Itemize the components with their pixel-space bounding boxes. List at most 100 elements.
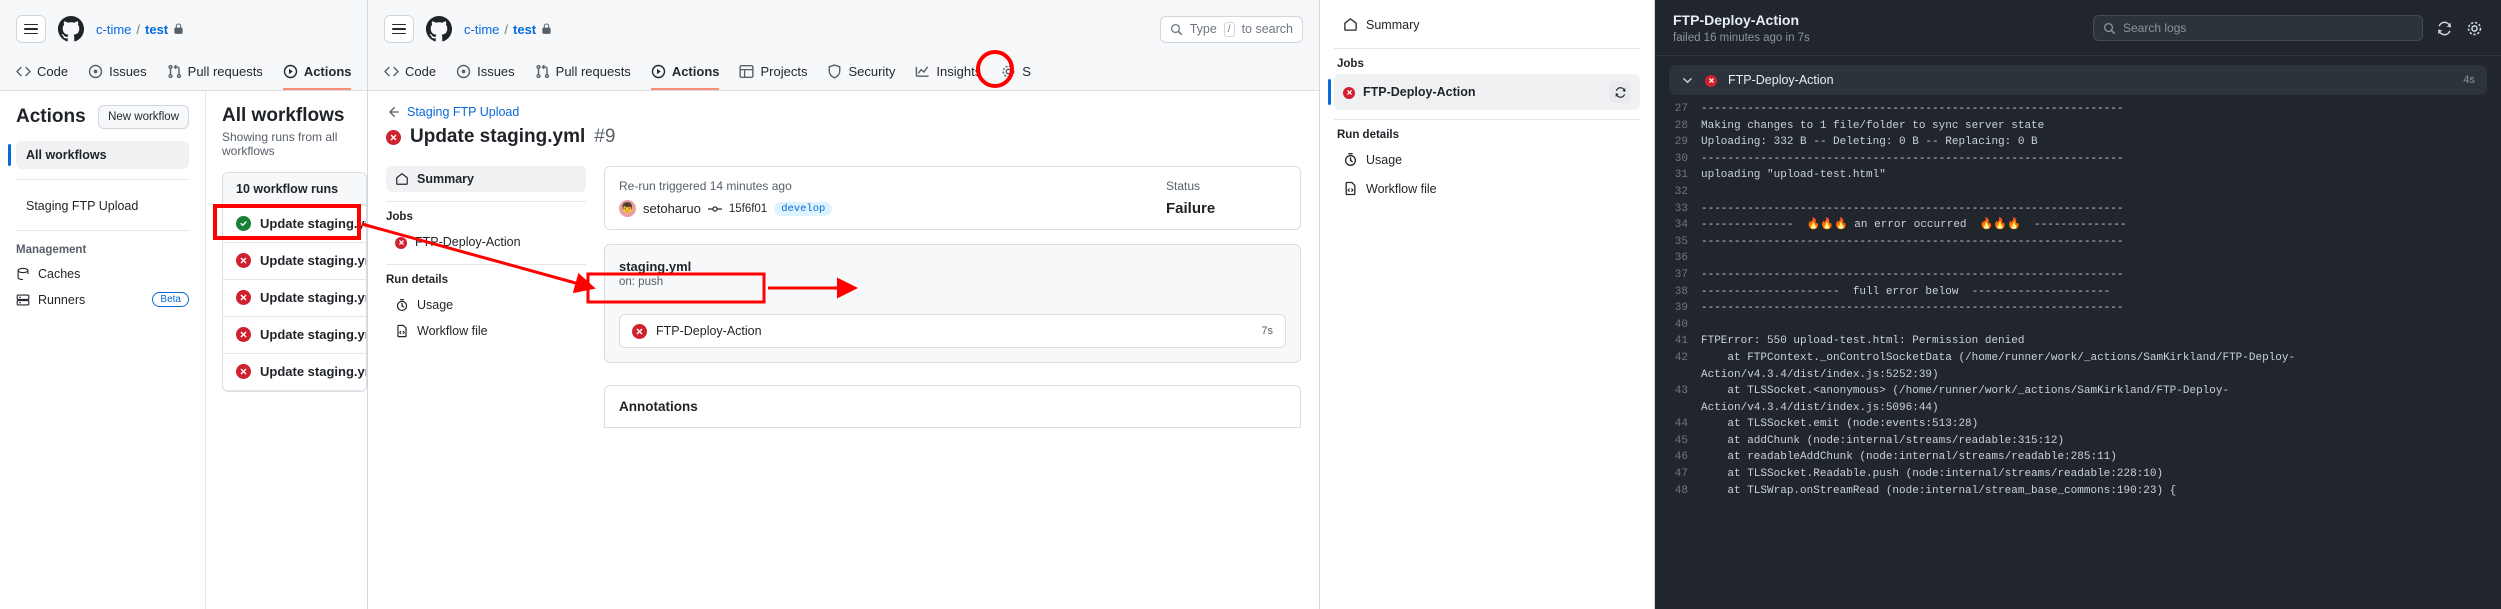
branch-badge[interactable]: develop: [774, 201, 833, 216]
log-line[interactable]: 42 at FTPContext._onControlSocketData (/…: [1655, 350, 2501, 367]
run-title[interactable]: Update staging.yml: [260, 364, 366, 379]
sidebar-item-workflow-file[interactable]: Workflow file: [386, 318, 586, 344]
log-line[interactable]: 44 at TLSSocket.emit (node:events:513:28…: [1655, 416, 2501, 433]
sidebar-item-summary[interactable]: Summary: [386, 166, 586, 192]
github-logo-icon[interactable]: [58, 16, 84, 42]
sidebar-item-caches[interactable]: Caches: [16, 267, 189, 281]
log-lines-container[interactable]: 27 --------------------------------------…: [1655, 95, 2501, 499]
sidebar-item-usage[interactable]: Usage: [1334, 145, 1640, 174]
sidebar-item-staging-ftp-upload[interactable]: Staging FTP Upload: [16, 192, 189, 220]
status-value: Failure: [1166, 200, 1216, 217]
tab-security[interactable]: Security: [827, 64, 895, 90]
sidebar-item-workflow-file[interactable]: Workflow file: [1334, 174, 1640, 203]
github-logo-icon[interactable]: [426, 16, 452, 42]
run-title[interactable]: Update staging.yml: [260, 216, 366, 231]
table-row[interactable]: Update staging.ymlStaging FTP Upload #9:…: [223, 243, 366, 280]
gear-icon[interactable]: [2466, 20, 2483, 37]
sidebar-item-all-workflows[interactable]: All workflows: [8, 141, 189, 169]
tab-actions[interactable]: Actions: [650, 64, 720, 90]
run-title[interactable]: Update staging.yml: [260, 253, 366, 268]
breadcrumb-owner[interactable]: c-time: [464, 22, 499, 37]
log-line[interactable]: 46 at readableAddChunk (node:internal/st…: [1655, 449, 2501, 466]
log-line-text: at TLSSocket.<anonymous> (/home/runner/w…: [1701, 385, 2230, 398]
back-to-workflow-link[interactable]: Staging FTP Upload: [386, 105, 1301, 119]
logs-job-group-header[interactable]: FTP-Deploy-Action 4s: [1669, 65, 2487, 95]
log-line-number: 31: [1674, 169, 1688, 182]
tab-security-label: Security: [848, 64, 896, 79]
table-row[interactable]: Update staging.ymlStaging FTP Upload #8:…: [223, 280, 366, 317]
log-line[interactable]: 34 -------------- 🔥🔥🔥 an error occurred 🔥…: [1655, 217, 2501, 234]
job-card-ftp-deploy-action[interactable]: FTP-Deploy-Action 7s: [619, 314, 1286, 348]
sidebar-item-runners[interactable]: Runners Beta: [16, 292, 189, 307]
commit-sha[interactable]: 15f6f01: [729, 203, 767, 215]
log-line[interactable]: 29 Uploading: 332 B -- Deleting: 0 B -- R…: [1655, 134, 2501, 151]
log-line[interactable]: 31 uploading "upload-test.html": [1655, 167, 2501, 184]
hamburger-menu-icon[interactable]: [16, 15, 46, 43]
breadcrumb-repo[interactable]: test: [513, 22, 536, 37]
breadcrumb-owner[interactable]: c-time: [96, 22, 131, 37]
rerun-username[interactable]: setoharuo: [643, 201, 701, 216]
log-line-text: ----------------------------------------…: [1701, 103, 2124, 115]
log-line[interactable]: 33 --------------------------------------…: [1655, 201, 2501, 218]
hamburger-menu-icon[interactable]: [384, 15, 414, 43]
issue-opened-icon: [456, 64, 471, 79]
log-line[interactable]: Action/v4.3.4/dist/index.js:5252:39): [1655, 367, 2501, 384]
table-row[interactable]: Update staging.ymlStaging FTP Upload #6:…: [223, 354, 366, 391]
chevron-down-icon[interactable]: [1681, 74, 1694, 87]
log-line[interactable]: 37 --------------------------------------…: [1655, 267, 2501, 284]
log-line[interactable]: 40: [1655, 317, 2501, 334]
tab-code[interactable]: Code: [384, 64, 436, 90]
log-line[interactable]: 45 at addChunk (node:internal/streams/re…: [1655, 433, 2501, 450]
log-line[interactable]: 39 --------------------------------------…: [1655, 300, 2501, 317]
logs-job-title: FTP-Deploy-Action: [1673, 12, 1799, 28]
run-text: Update staging.ymlStaging FTP Upload #8:…: [260, 289, 366, 307]
log-line[interactable]: 32: [1655, 184, 2501, 201]
breadcrumb-repo[interactable]: test: [145, 22, 168, 37]
tab-projects[interactable]: Projects: [739, 64, 807, 90]
tab-pull-requests[interactable]: Pull requests: [167, 64, 263, 90]
sidebar-item-summary[interactable]: Summary: [1334, 10, 1640, 39]
table-row[interactable]: Update staging.ymlStaging FTP Upload #10…: [223, 206, 366, 243]
log-line[interactable]: 28 Making changes to 1 file/folder to syn…: [1655, 118, 2501, 135]
run-title[interactable]: Update staging.yml: [260, 290, 366, 305]
refresh-icon[interactable]: [1609, 81, 1631, 103]
log-line[interactable]: 41 FTPError: 550 upload-test.html: Permis…: [1655, 333, 2501, 350]
log-line[interactable]: 38 --------------------- full error below…: [1655, 284, 2501, 301]
log-line[interactable]: 36: [1655, 250, 2501, 267]
search-kbd-hint: /: [1223, 21, 1235, 37]
log-line[interactable]: 47 at TLSSocket.Readable.push (node:inte…: [1655, 466, 2501, 483]
logs-job-group-name: FTP-Deploy-Action: [1728, 73, 1834, 87]
panel1-nav-tabs: Code Issues Pull requests Actions Projec…: [16, 54, 352, 90]
run-content: Re-run triggered 14 minutes ago 👦 setoha…: [604, 166, 1301, 428]
sidebar-item-job-ftp-deploy-action[interactable]: FTP-Deploy-Action: [1328, 74, 1640, 110]
sidebar-item-workflow-file-label: Workflow file: [417, 324, 488, 338]
search-input[interactable]: Type / to search: [1159, 15, 1303, 43]
log-line[interactable]: 27 --------------------------------------…: [1655, 101, 2501, 118]
tab-pull-requests[interactable]: Pull requests: [535, 64, 631, 90]
log-line[interactable]: 48 at TLSWrap.onStreamRead (node:interna…: [1655, 483, 2501, 500]
tab-insights[interactable]: Insights: [915, 64, 981, 90]
tab-issues[interactable]: Issues: [88, 64, 147, 90]
log-line[interactable]: 43 at TLSSocket.<anonymous> (/home/runne…: [1655, 383, 2501, 400]
search-icon: [1170, 23, 1182, 35]
log-line[interactable]: 30 --------------------------------------…: [1655, 151, 2501, 168]
tab-issues[interactable]: Issues: [456, 64, 515, 90]
logs-toolbar: Search logs: [2093, 12, 2483, 41]
run-title: Update staging.yml: [410, 126, 586, 147]
new-workflow-button[interactable]: New workflow: [98, 105, 189, 129]
tab-settings[interactable]: S: [1001, 64, 1031, 90]
log-line[interactable]: 35 --------------------------------------…: [1655, 234, 2501, 251]
log-line[interactable]: Action/v4.3.4/dist/index.js:5096:44): [1655, 400, 2501, 417]
tab-code-label: Code: [37, 64, 69, 79]
run-title[interactable]: Update staging.yml: [260, 327, 366, 342]
refresh-icon[interactable]: [2436, 20, 2453, 37]
search-logs-input[interactable]: Search logs: [2093, 15, 2423, 41]
table-row[interactable]: Update staging.ymlStaging FTP Upload #7:…: [223, 317, 366, 354]
run-sidebar-run-details-label: Run details: [386, 274, 448, 286]
run-number: #9: [594, 126, 616, 147]
tab-actions[interactable]: Actions: [282, 64, 352, 90]
sidebar-item-job-ftp-deploy-action[interactable]: FTP-Deploy-Action: [386, 229, 586, 255]
tab-code[interactable]: Code: [16, 64, 68, 90]
panel-actions-list: c-time / test Code Issues Pull requests …: [0, 0, 368, 609]
sidebar-item-usage[interactable]: Usage: [386, 292, 586, 318]
